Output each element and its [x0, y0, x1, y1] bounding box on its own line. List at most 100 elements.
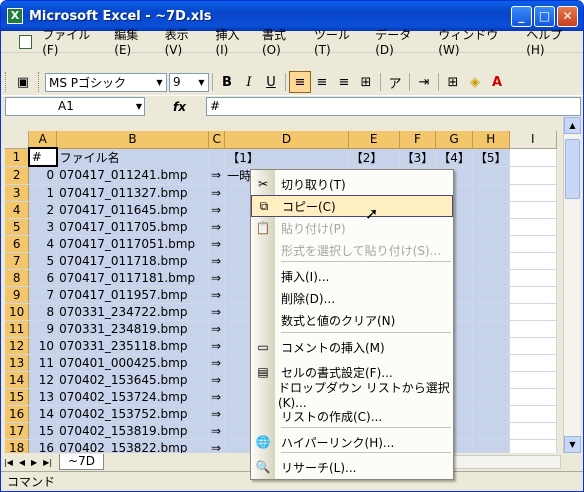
cell-index[interactable]: 1 [28, 184, 58, 202]
cell-arrow[interactable]: ⇒ [208, 184, 226, 202]
row-header[interactable]: 3 [5, 184, 30, 202]
cell-filename[interactable]: 070402_153724.bmp [56, 388, 209, 406]
col-header-f[interactable]: F [399, 131, 437, 149]
align-right-icon[interactable]: ≡ [333, 71, 355, 93]
context-menu-item[interactable]: ▭ コメントの挿入(M) [251, 336, 453, 358]
menu-format[interactable]: 書式(O) [256, 26, 308, 57]
cell-col-5[interactable] [472, 166, 510, 185]
context-menu-item[interactable]: 🔍 リサーチ(L)... [251, 456, 453, 478]
cell-filename[interactable]: 070417_011645.bmp [56, 201, 209, 219]
cell-col-5[interactable] [472, 269, 510, 287]
cell-col-i[interactable] [509, 320, 557, 338]
cell-index[interactable]: 16 [28, 439, 58, 453]
header-cell-i1[interactable] [509, 148, 557, 167]
phonetic-icon[interactable]: ア [384, 71, 406, 93]
cell-filename[interactable]: 070417_011327.bmp [56, 184, 209, 202]
cell-filename[interactable]: 070402_153645.bmp [56, 371, 209, 389]
menu-tools[interactable]: ツール(T) [308, 26, 369, 57]
col-header-c[interactable]: C [208, 131, 226, 149]
align-center-icon[interactable]: ≡ [311, 71, 333, 93]
cell-index[interactable]: 2 [28, 201, 58, 219]
cell-index[interactable]: 14 [28, 405, 58, 423]
cell-arrow[interactable]: ⇒ [208, 218, 226, 236]
menu-view[interactable]: 表示(V) [159, 26, 210, 57]
cell-arrow[interactable]: ⇒ [208, 337, 226, 355]
cell-col-i[interactable] [509, 201, 557, 219]
font-color-icon[interactable]: A [486, 71, 508, 93]
merge-center-icon[interactable]: ⊞ [355, 71, 377, 93]
vertical-scroll-thumb[interactable] [565, 139, 580, 199]
cell-filename[interactable]: 070402_153752.bmp [56, 405, 209, 423]
header-cell-d1[interactable]: 【1】 [224, 148, 349, 167]
prev-sheet-icon[interactable]: ◀ [16, 458, 28, 467]
select-all-corner[interactable] [5, 131, 30, 149]
row-header[interactable]: 17 [5, 422, 30, 440]
header-cell-c1[interactable] [208, 148, 226, 167]
formula-input[interactable]: # [206, 97, 581, 116]
cell-col-i[interactable] [509, 337, 557, 355]
cell-arrow[interactable]: ⇒ [208, 405, 226, 423]
menu-insert[interactable]: 挿入(I) [209, 26, 256, 57]
menu-data[interactable]: データ(D) [369, 26, 432, 57]
cell-filename[interactable]: 070402_153819.bmp [56, 422, 209, 440]
chevron-down-icon[interactable]: ▼ [195, 74, 208, 91]
cell-arrow[interactable]: ⇒ [208, 166, 226, 185]
cell-arrow[interactable]: ⇒ [208, 252, 226, 270]
cell-index[interactable]: 11 [28, 354, 58, 372]
cell-col-5[interactable] [472, 405, 510, 423]
context-menu-item[interactable]: 📋 貼り付け(P) [251, 217, 453, 239]
cell-filename[interactable]: 070417_0117051.bmp [56, 235, 209, 253]
col-header-g[interactable]: G [435, 131, 473, 149]
cell-index[interactable]: 10 [28, 337, 58, 355]
cell-col-5[interactable] [472, 303, 510, 321]
vertical-scrollbar[interactable]: ▲ ▼ [563, 117, 581, 453]
col-header-i[interactable]: I [509, 131, 557, 149]
cell-arrow[interactable]: ⇒ [208, 422, 226, 440]
cell-col-i[interactable] [509, 184, 557, 202]
cell-col-5[interactable] [472, 320, 510, 338]
header-cell-h1[interactable]: 【5】 [472, 148, 510, 167]
cell-col-5[interactable] [472, 354, 510, 372]
header-cell-g1[interactable]: 【4】 [435, 148, 473, 167]
header-cell-e1[interactable]: 【2】 [348, 148, 400, 167]
function-icon[interactable]: fx [173, 100, 186, 114]
cell-col-5[interactable] [472, 218, 510, 236]
col-header-d[interactable]: D [224, 131, 349, 149]
cell-filename[interactable]: 070331_234722.bmp [56, 303, 209, 321]
cell-col-i[interactable] [509, 439, 557, 453]
cell-arrow[interactable]: ⇒ [208, 235, 226, 253]
cell-col-5[interactable] [472, 371, 510, 389]
cell-index[interactable]: 13 [28, 388, 58, 406]
cell-col-5[interactable] [472, 422, 510, 440]
cell-index[interactable]: 5 [28, 252, 58, 270]
cell-arrow[interactable]: ⇒ [208, 286, 226, 304]
cell-index[interactable]: 8 [28, 303, 58, 321]
cell-col-5[interactable] [472, 337, 510, 355]
context-menu-item[interactable]: 挿入(I)... [251, 265, 453, 287]
row-header[interactable]: 13 [5, 354, 30, 372]
cell-arrow[interactable]: ⇒ [208, 388, 226, 406]
scroll-down-icon[interactable]: ▼ [564, 436, 581, 453]
row-header[interactable]: 16 [5, 405, 30, 423]
col-header-a[interactable]: A [28, 131, 58, 149]
context-menu-item[interactable]: ⧉ コピー(C) [251, 195, 453, 217]
cell-filename[interactable]: 070417_0117181.bmp [56, 269, 209, 287]
font-name-select[interactable]: MS Pゴシック ▼ [45, 72, 167, 92]
italic-button[interactable]: I [238, 71, 260, 93]
row-header[interactable]: 2 [5, 166, 30, 185]
row-header[interactable]: 14 [5, 371, 30, 389]
col-header-e[interactable]: E [348, 131, 400, 149]
cell-filename[interactable]: 070401_000425.bmp [56, 354, 209, 372]
row-header[interactable]: 8 [5, 269, 30, 287]
menu-file[interactable]: ファイル(F) [36, 26, 108, 57]
col-header-h[interactable]: H [472, 131, 510, 149]
context-menu-item[interactable]: 数式と値のクリア(N) [251, 309, 453, 331]
cell-col-i[interactable] [509, 422, 557, 440]
context-menu-item[interactable]: リストの作成(C)... [251, 405, 453, 427]
row-header[interactable]: 1 [5, 148, 30, 167]
scroll-up-icon[interactable]: ▲ [564, 117, 581, 134]
cell-col-i[interactable] [509, 303, 557, 321]
cell-col-i[interactable] [509, 252, 557, 270]
save-icon[interactable]: ▣ [12, 71, 34, 93]
cell-index[interactable]: 6 [28, 269, 58, 287]
